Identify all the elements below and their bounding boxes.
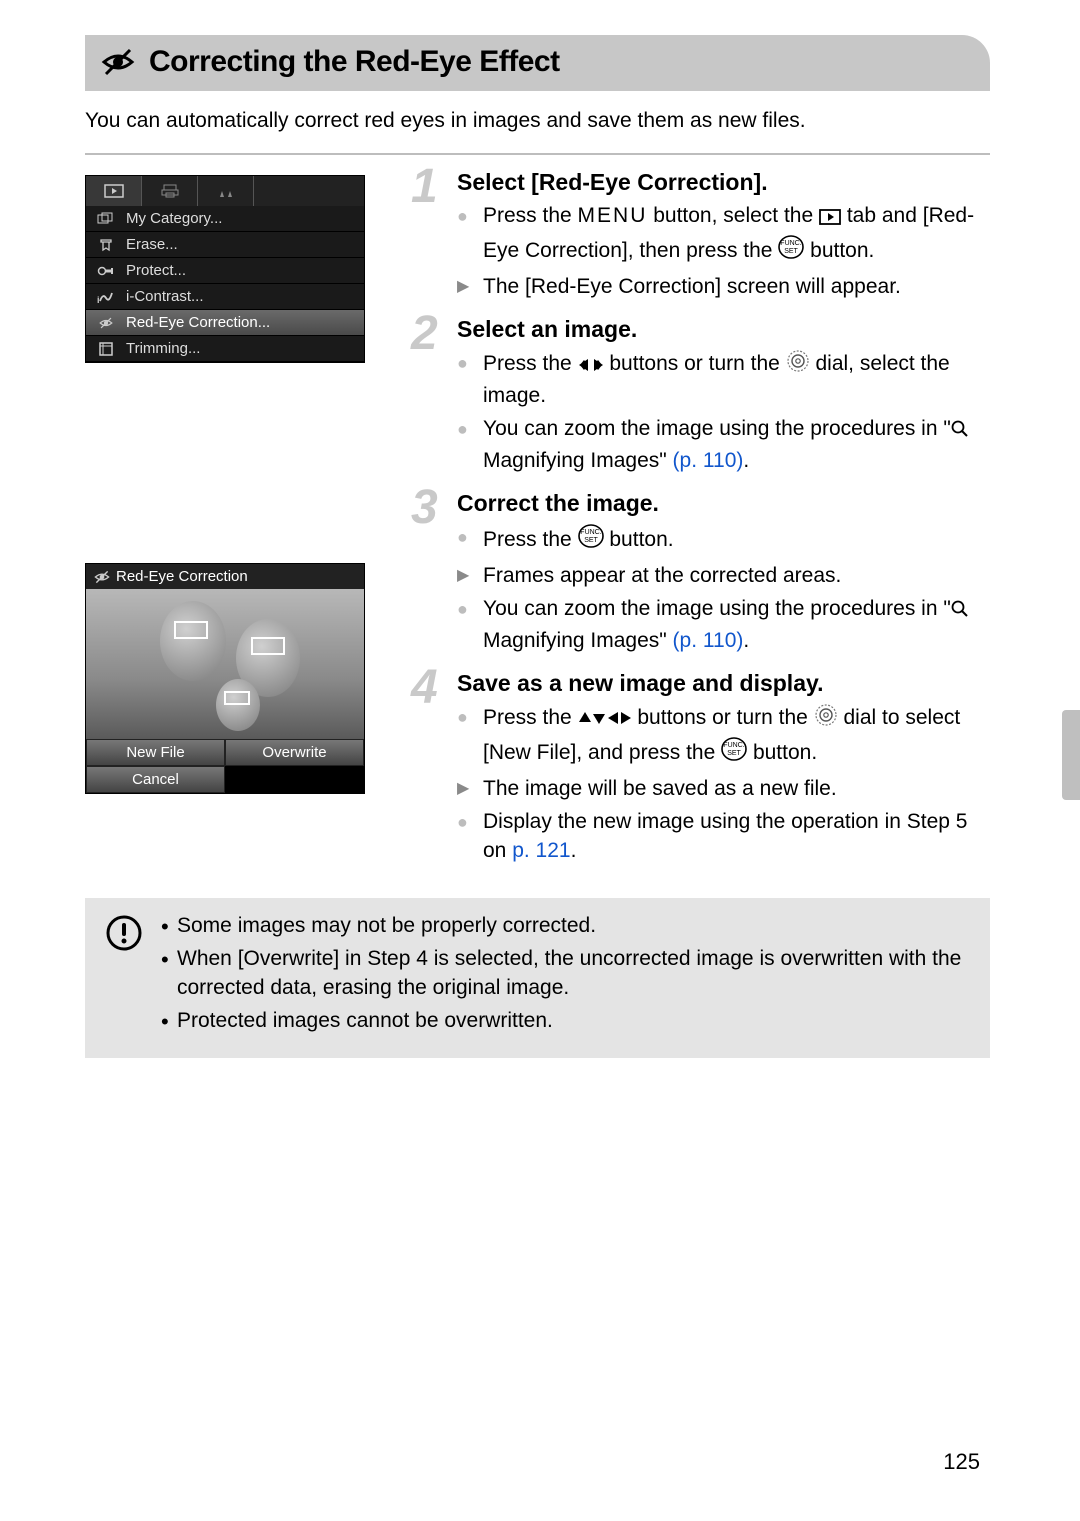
divider bbox=[85, 153, 990, 155]
magnify-icon bbox=[951, 418, 969, 447]
menu-item-label: My Category... bbox=[126, 210, 222, 227]
preview-cancel: Cancel bbox=[86, 766, 225, 793]
step: 2Select an image.Press the buttons or tu… bbox=[413, 316, 990, 476]
direction-buttons-icon bbox=[578, 707, 632, 736]
red-eye-icon bbox=[94, 569, 110, 585]
step-title: Select [Red-Eye Correction]. bbox=[457, 169, 990, 196]
page-reference-link[interactable]: p. 121 bbox=[512, 839, 570, 862]
step-result: The image will be saved as a new file. bbox=[457, 775, 990, 804]
step-instruction: Display the new image using the operatio… bbox=[457, 808, 990, 866]
func-set-button-icon: FUNC.SET bbox=[721, 736, 747, 771]
step-title: Correct the image. bbox=[457, 490, 990, 517]
menu-tab-print bbox=[142, 176, 198, 206]
step: 4Save as a new image and display.Press t… bbox=[413, 670, 990, 866]
menu-item: Trimming... bbox=[86, 336, 364, 362]
step-number: 1 bbox=[411, 159, 438, 214]
caution-box: Some images may not be properly correcte… bbox=[85, 898, 990, 1058]
menu-button-icon: MENU bbox=[578, 204, 648, 227]
camera-menu-screenshot: My Category... Erase... Protect... i i-Contr… bbox=[85, 175, 365, 363]
step-number: 4 bbox=[411, 660, 438, 715]
step-instruction: Press the MENU button, select the tab an… bbox=[457, 202, 990, 269]
menu-item-label: Erase... bbox=[126, 236, 178, 253]
control-dial-icon bbox=[814, 703, 838, 736]
section-title-bar: Correcting the Red-Eye Effect bbox=[85, 35, 990, 91]
preview-overwrite: Overwrite bbox=[225, 739, 364, 766]
menu-item: Protect... bbox=[86, 258, 364, 284]
menu-item-icon bbox=[96, 341, 116, 357]
thumb-tab bbox=[1062, 710, 1080, 800]
control-dial-icon bbox=[786, 349, 810, 382]
step-instruction: Press the FUNC.SET button. bbox=[457, 523, 990, 558]
svg-text:SET: SET bbox=[727, 750, 741, 757]
step-instruction: You can zoom the image using the procedu… bbox=[457, 415, 990, 476]
caution-item: Some images may not be properly correcte… bbox=[161, 912, 970, 941]
intro-text: You can automatically correct red eyes i… bbox=[85, 107, 990, 135]
playback-tab-icon bbox=[819, 205, 841, 234]
page-reference-link[interactable]: (p. 110) bbox=[673, 629, 744, 652]
svg-text:SET: SET bbox=[785, 248, 799, 255]
menu-item: My Category... bbox=[86, 206, 364, 232]
step-result: Frames appear at the corrected areas. bbox=[457, 562, 990, 591]
menu-item-label: i-Contrast... bbox=[126, 288, 204, 305]
magnify-icon bbox=[951, 598, 969, 627]
caution-item: When [Overwrite] in Step 4 is selected, … bbox=[161, 945, 970, 1003]
menu-item-icon: i bbox=[96, 290, 116, 304]
page-reference-link[interactable]: (p. 110) bbox=[673, 449, 744, 472]
step-instruction: Press the buttons or turn the dial, sele… bbox=[457, 349, 990, 411]
svg-text:FUNC.: FUNC. bbox=[781, 240, 802, 247]
menu-item-icon bbox=[96, 265, 116, 277]
func-set-button-icon: FUNC.SET bbox=[578, 523, 604, 558]
svg-text:i: i bbox=[97, 295, 100, 304]
menu-item: Red-Eye Correction... bbox=[86, 310, 364, 336]
step-instruction: You can zoom the image using the procedu… bbox=[457, 595, 990, 656]
menu-item: i i-Contrast... bbox=[86, 284, 364, 310]
preview-new-file: New File bbox=[86, 739, 225, 766]
menu-item-label: Protect... bbox=[126, 262, 186, 279]
menu-item-icon bbox=[96, 237, 116, 253]
func-set-button-icon: FUNC.SET bbox=[778, 234, 804, 269]
step-number: 3 bbox=[411, 480, 438, 535]
caution-icon bbox=[105, 914, 143, 952]
step-number: 2 bbox=[411, 306, 438, 361]
svg-text:FUNC.: FUNC. bbox=[580, 529, 601, 536]
menu-item-label: Red-Eye Correction... bbox=[126, 314, 270, 331]
step-title: Select an image. bbox=[457, 316, 990, 343]
menu-tab-play bbox=[86, 176, 142, 206]
menu-tab-tools bbox=[198, 176, 254, 206]
step: 1Select [Red-Eye Correction].Press the M… bbox=[413, 169, 990, 302]
svg-text:SET: SET bbox=[584, 537, 598, 544]
section-title: Correcting the Red-Eye Effect bbox=[149, 45, 560, 79]
step: 3Correct the image.Press the FUNC.SET bu… bbox=[413, 490, 990, 656]
menu-item: Erase... bbox=[86, 232, 364, 258]
caution-item: Protected images cannot be overwritten. bbox=[161, 1007, 970, 1036]
menu-item-label: Trimming... bbox=[126, 340, 200, 357]
step-instruction: Press the buttons or turn the dial to se… bbox=[457, 703, 990, 771]
left-right-buttons-icon bbox=[578, 353, 604, 382]
page-number: 125 bbox=[943, 1449, 980, 1475]
step-title: Save as a new image and display. bbox=[457, 670, 990, 697]
step-result: The [Red-Eye Correction] screen will app… bbox=[457, 273, 990, 302]
red-eye-icon bbox=[101, 45, 135, 79]
correction-preview-screenshot: Red-Eye Correction New File Overwrite Ca… bbox=[85, 563, 365, 794]
preview-title-text: Red-Eye Correction bbox=[116, 568, 248, 585]
svg-text:FUNC.: FUNC. bbox=[723, 742, 744, 749]
menu-item-icon bbox=[96, 212, 116, 226]
menu-item-icon bbox=[96, 316, 116, 330]
